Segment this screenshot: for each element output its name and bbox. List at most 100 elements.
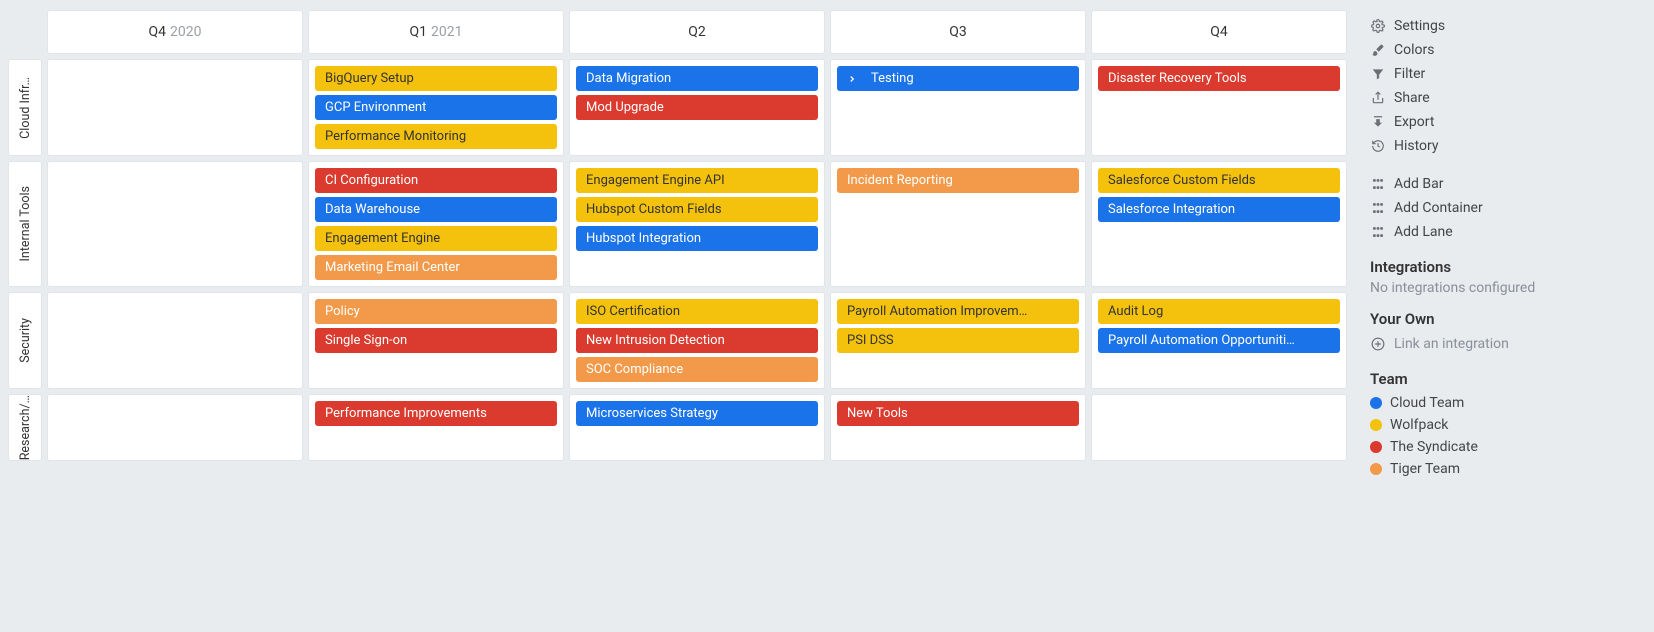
roadmap-bar[interactable]: New Intrusion Detection — [576, 328, 818, 353]
roadmap-bar[interactable]: Disaster Recovery Tools — [1098, 66, 1340, 91]
roadmap-bar[interactable]: Data Migration — [576, 66, 818, 91]
lane-header[interactable]: Internal Tools — [8, 161, 42, 287]
roadmap-cell[interactable]: New Tools — [830, 394, 1086, 461]
roadmap-bar[interactable]: Hubspot Integration — [576, 226, 818, 251]
roadmap-bar[interactable]: Payroll Automation Improvem… — [837, 299, 1079, 324]
plus-circle-icon — [1370, 337, 1386, 351]
roadmap-bar[interactable]: Testing — [837, 66, 1079, 91]
sidebar: Settings Colors Filter Share Export Hist… — [1354, 0, 1654, 632]
add-bar-menu-item[interactable]: Add Bar — [1370, 172, 1638, 196]
bar-label: BigQuery Setup — [325, 70, 414, 87]
bar-label: Hubspot Integration — [586, 230, 701, 247]
roadmap-bar[interactable]: New Tools — [837, 401, 1079, 426]
add-container-menu-item[interactable]: Add Container — [1370, 196, 1638, 220]
roadmap-cell[interactable]: Performance Improvements — [308, 394, 564, 461]
roadmap-bar[interactable]: CI Configuration — [315, 168, 557, 193]
roadmap-cell[interactable]: Microservices Strategy — [569, 394, 825, 461]
roadmap-cell[interactable] — [47, 161, 303, 287]
roadmap-bar[interactable]: Performance Monitoring — [315, 124, 557, 149]
column-header[interactable]: Q4 2020 — [47, 10, 303, 54]
roadmap-bar[interactable]: Performance Improvements — [315, 401, 557, 426]
lane-header[interactable]: Security — [8, 292, 42, 389]
colors-menu-item[interactable]: Colors — [1370, 38, 1638, 62]
roadmap-bar[interactable]: SOC Compliance — [576, 357, 818, 382]
grid-corner — [8, 10, 42, 54]
add-lane-menu-item[interactable]: Add Lane — [1370, 220, 1638, 244]
bar-label: Policy — [325, 303, 360, 320]
roadmap-bar[interactable]: Data Warehouse — [315, 197, 557, 222]
team-name: Tiger Team — [1390, 461, 1460, 477]
roadmap-cell[interactable]: Policy Single Sign-on — [308, 292, 564, 389]
roadmap-bar[interactable]: Marketing Email Center — [315, 255, 557, 280]
roadmap-cell[interactable]: Engagement Engine API Hubspot Custom Fiel… — [569, 161, 825, 287]
export-menu-item[interactable]: Export — [1370, 110, 1638, 134]
roadmap-bar[interactable]: Microservices Strategy — [576, 401, 818, 426]
brush-icon — [1370, 43, 1386, 57]
grip-icon — [1370, 178, 1386, 190]
roadmap-bar[interactable]: Incident Reporting — [837, 168, 1079, 193]
bar-label: SOC Compliance — [586, 361, 683, 378]
team-legend-item[interactable]: Cloud Team — [1370, 392, 1638, 414]
team-legend-item[interactable]: The Syndicate — [1370, 436, 1638, 458]
column-header[interactable]: Q4 — [1091, 10, 1347, 54]
lane-label: Internal Tools — [18, 186, 33, 261]
roadmap-bar[interactable]: Payroll Automation Opportuniti… — [1098, 328, 1340, 353]
roadmap-bar[interactable]: Single Sign-on — [315, 328, 557, 353]
grip-icon — [1370, 202, 1386, 214]
team-name: Cloud Team — [1390, 395, 1464, 411]
bar-label: Audit Log — [1108, 303, 1163, 320]
bar-label: CI Configuration — [325, 172, 418, 189]
filter-menu-item[interactable]: Filter — [1370, 62, 1638, 86]
roadmap-bar[interactable]: Mod Upgrade — [576, 95, 818, 120]
roadmap-cell[interactable] — [47, 59, 303, 156]
share-menu-item[interactable]: Share — [1370, 86, 1638, 110]
lane-header[interactable]: Cloud Infr… — [8, 59, 42, 156]
link-integration-item[interactable]: Link an integration — [1370, 332, 1638, 356]
roadmap-bar[interactable]: Salesforce Custom Fields — [1098, 168, 1340, 193]
roadmap-cell[interactable] — [1091, 394, 1347, 461]
roadmap-cell[interactable]: Disaster Recovery Tools — [1091, 59, 1347, 156]
roadmap-cell[interactable]: Payroll Automation Improvem… PSI DSS — [830, 292, 1086, 389]
roadmap-bar[interactable]: Audit Log — [1098, 299, 1340, 324]
roadmap-bar[interactable]: Policy — [315, 299, 557, 324]
menu-label: Add Bar — [1394, 176, 1443, 192]
roadmap-cell[interactable] — [47, 292, 303, 389]
roadmap-bar[interactable]: Salesforce Integration — [1098, 197, 1340, 222]
your-own-heading: Your Own — [1370, 310, 1638, 328]
history-menu-item[interactable]: History — [1370, 134, 1638, 158]
settings-menu-item[interactable]: Settings — [1370, 14, 1638, 38]
roadmap-cell[interactable]: ISO Certification New Intrusion Detection… — [569, 292, 825, 389]
roadmap-cell[interactable]: Salesforce Custom Fields Salesforce Integ… — [1091, 161, 1347, 287]
bar-label: PSI DSS — [847, 332, 894, 349]
team-name: The Syndicate — [1390, 439, 1478, 455]
roadmap-bar[interactable]: BigQuery Setup — [315, 66, 557, 91]
roadmap-grid: Q4 2020Q1 2021 Q2 Q3 Q4 Cloud Infr… BigQuery … — [8, 10, 1346, 461]
roadmap-cell[interactable]: Testing — [830, 59, 1086, 156]
column-header[interactable]: Q2 — [569, 10, 825, 54]
integrations-heading: Integrations — [1370, 258, 1638, 276]
bar-label: Data Migration — [586, 70, 671, 87]
menu-label: Export — [1394, 114, 1434, 130]
team-legend-item[interactable]: Wolfpack — [1370, 414, 1638, 436]
team-legend-item[interactable]: Tiger Team — [1370, 458, 1638, 480]
roadmap-bar[interactable]: Engagement Engine — [315, 226, 557, 251]
column-quarter: Q1 — [410, 24, 428, 40]
roadmap-bar[interactable]: Engagement Engine API — [576, 168, 818, 193]
roadmap-cell[interactable]: BigQuery Setup GCP Environment Performance… — [308, 59, 564, 156]
roadmap-bar[interactable]: PSI DSS — [837, 328, 1079, 353]
team-color-dot — [1370, 441, 1382, 453]
roadmap-cell[interactable] — [47, 394, 303, 461]
bar-label: Microservices Strategy — [586, 405, 718, 422]
column-quarter: Q2 — [688, 24, 706, 40]
lane-header[interactable]: Research/… — [8, 394, 42, 461]
roadmap-cell[interactable]: Incident Reporting — [830, 161, 1086, 287]
roadmap-cell[interactable]: CI Configuration Data Warehouse Engagement… — [308, 161, 564, 287]
column-header[interactable]: Q1 2021 — [308, 10, 564, 54]
roadmap-cell[interactable]: Audit Log Payroll Automation Opportuniti… — [1091, 292, 1347, 389]
column-quarter: Q4 — [1210, 24, 1228, 40]
roadmap-bar[interactable]: Hubspot Custom Fields — [576, 197, 818, 222]
roadmap-bar[interactable]: GCP Environment — [315, 95, 557, 120]
roadmap-cell[interactable]: Data Migration Mod Upgrade — [569, 59, 825, 156]
column-header[interactable]: Q3 — [830, 10, 1086, 54]
roadmap-bar[interactable]: ISO Certification — [576, 299, 818, 324]
